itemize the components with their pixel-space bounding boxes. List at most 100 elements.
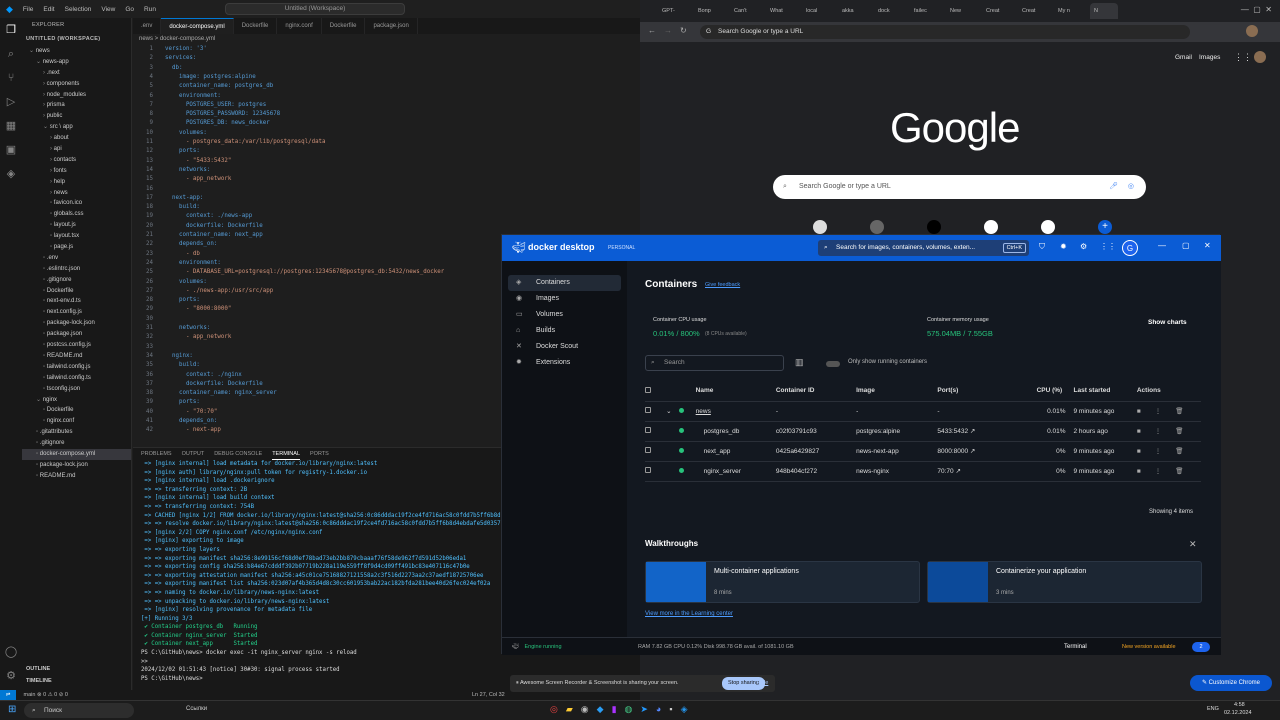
shortcut-icon[interactable]	[927, 220, 941, 234]
file-item[interactable]: ▫ package.json	[22, 329, 131, 340]
cell-ports[interactable]: 5433:5432 ↗	[937, 421, 1037, 442]
stop-icon[interactable]: ■	[1137, 468, 1141, 475]
editor-tab[interactable]: Dockerfile	[322, 18, 366, 34]
google-search-box[interactable]: ⌕ Search Google or type a URL 🎤︎ ◎	[773, 175, 1146, 199]
remote-icon[interactable]: ⇌	[0, 690, 16, 700]
folder-item[interactable]: › news	[22, 188, 131, 199]
cell-name[interactable]: postgres_db	[695, 421, 776, 442]
columns-icon[interactable]: ▥	[795, 357, 804, 368]
window-controls[interactable]: — ▢ ✕	[1241, 5, 1272, 14]
remote-explorer-icon[interactable]: ▣	[0, 138, 22, 162]
cursor-position[interactable]: Ln 27, Col 32	[472, 690, 505, 700]
stop-icon[interactable]: ■	[1137, 408, 1141, 415]
checkbox[interactable]	[645, 427, 651, 433]
file-item[interactable]: ▫ tailwind.config.ts	[22, 373, 131, 384]
reload-icon[interactable]: ↻	[680, 26, 687, 35]
menu-item[interactable]: File	[23, 6, 33, 13]
browser-tab[interactable]: akka	[838, 3, 872, 19]
file-explorer-icon[interactable]: ▰	[566, 704, 573, 715]
account-icon[interactable]: ◯	[0, 640, 22, 664]
learning-center-link[interactable]: View more in the Learning center	[645, 611, 733, 617]
clock-time[interactable]: 4:58	[1234, 702, 1245, 708]
file-item[interactable]: ▫ favicon.ico	[22, 198, 131, 209]
nav-containers[interactable]: ◈ Containers	[508, 275, 621, 291]
status-left[interactable]: main ⊗ 0 ⚠ 0 ⊘ 0	[24, 692, 68, 698]
folder-item[interactable]: › help	[22, 177, 131, 188]
file-item[interactable]: ▫ .gitattributes	[22, 427, 131, 438]
row-checkbox[interactable]	[645, 461, 667, 482]
file-item[interactable]: ▫ page.js	[22, 242, 131, 253]
menu-item[interactable]: Go	[125, 6, 134, 13]
add-shortcut-icon[interactable]: +	[1098, 220, 1112, 234]
file-item[interactable]: ▫ .env	[22, 253, 131, 264]
app-icon[interactable]: ▮	[612, 704, 617, 715]
browser-tab[interactable]: local	[802, 3, 836, 19]
windows-start-icon[interactable]: ⊞	[8, 704, 16, 715]
delete-icon[interactable]: 🗑︎	[1175, 448, 1183, 455]
panel-tab[interactable]: TERMINAL	[272, 448, 300, 460]
browser-tab[interactable]: dock	[874, 3, 908, 19]
column-header[interactable]: CPU (%)	[1036, 381, 1074, 402]
breadcrumb[interactable]: news > docker-compose.yml	[133, 34, 640, 45]
run-debug-icon[interactable]: ▷	[0, 90, 22, 114]
folder-item[interactable]: › contacts	[22, 155, 131, 166]
table-row[interactable]: ⌄ news - - - 0.01% 9 minutes ago ■ ⋮ 🗑︎	[645, 401, 1201, 422]
browser-tab[interactable]: My n	[1054, 3, 1088, 19]
terminal-button[interactable]: Terminal	[1064, 638, 1087, 656]
cell-name[interactable]: nginx_server	[695, 461, 776, 482]
file-item[interactable]: ▫ package-lock.json	[22, 318, 131, 329]
table-row[interactable]: postgres_db c02f03791c93 postgres:alpine 54…	[645, 421, 1201, 442]
opera-icon[interactable]: ◎	[550, 704, 558, 715]
shortcut-icon[interactable]	[870, 220, 884, 234]
menu-item[interactable]: Selection	[65, 6, 92, 13]
column-header[interactable]: Port(s)	[937, 381, 1037, 402]
shortcut-icon[interactable]	[1041, 220, 1055, 234]
apps-grid-icon[interactable]: ⋮⋮	[1100, 242, 1116, 251]
cell-name[interactable]: next_app	[695, 441, 776, 462]
widgets-label[interactable]: Ссылки	[186, 706, 207, 712]
walkthrough-card-multicontainer[interactable]: Multi-container applications 8 mins	[645, 561, 920, 603]
browser-tab[interactable]: Can't	[730, 3, 764, 19]
file-item[interactable]: ▫ tsconfig.json	[22, 384, 131, 395]
browser-tab[interactable]: What	[766, 3, 800, 19]
column-header[interactable]: Last started	[1073, 381, 1137, 402]
file-item[interactable]: ▫ globals.css	[22, 209, 131, 220]
apps-grid-icon[interactable]: ⋮⋮	[1234, 52, 1252, 63]
file-item[interactable]: ▫ nginx.conf	[22, 416, 131, 427]
folder-item[interactable]: ⌄ src \ app	[22, 122, 131, 133]
nav-docker-scout[interactable]: ✕ Docker Scout	[502, 339, 627, 355]
file-item[interactable]: ▫ next-env.d.ts	[22, 296, 131, 307]
browser-tab[interactable]: Вопр	[694, 3, 728, 19]
address-bar[interactable]: G Search Google or type a URL	[700, 25, 1190, 39]
file-item[interactable]: ▫ .eslintrc.json	[22, 264, 131, 275]
steam-icon[interactable]: ◉	[581, 704, 589, 715]
clock-date[interactable]: 02.12.2024	[1224, 710, 1252, 716]
lens-icon[interactable]: ◎	[1128, 175, 1134, 199]
chrome-icon[interactable]: ◍	[625, 704, 633, 715]
explorer-icon[interactable]: ❐	[0, 18, 22, 42]
more-icon[interactable]: ⋮	[1155, 408, 1162, 415]
folder-item[interactable]: › fonts	[22, 166, 131, 177]
customize-chrome-button[interactable]: ✎ Customize Chrome	[1190, 675, 1272, 691]
column-header[interactable]: Container ID	[775, 381, 857, 402]
more-icon[interactable]: ⋮	[1155, 448, 1162, 455]
delete-icon[interactable]: 🗑︎	[1175, 428, 1183, 435]
close-icon[interactable]: ✕	[1204, 241, 1211, 250]
panel-tab[interactable]: OUTPUT	[182, 448, 205, 460]
extensions-icon[interactable]: ✹	[1060, 242, 1067, 251]
walkthrough-card-containerize[interactable]: Containerize your application 3 mins	[927, 561, 1202, 603]
docker-icon[interactable]: ◈	[681, 704, 688, 715]
column-header[interactable]: Image	[856, 381, 938, 402]
settings-gear-icon[interactable]: ⚙	[0, 664, 22, 688]
checkbox[interactable]	[645, 467, 651, 473]
row-checkbox[interactable]	[645, 441, 667, 462]
file-item[interactable]: ▫ docker-compose.yml	[22, 448, 131, 460]
search-icon[interactable]: ⌕	[0, 42, 22, 66]
back-icon[interactable]: ←	[648, 26, 656, 35]
images-link[interactable]: Images	[1199, 54, 1220, 61]
external-link-icon[interactable]: ↗	[954, 468, 960, 475]
menu-item[interactable]: Run	[144, 6, 156, 13]
outline-section[interactable]: OUTLINE	[26, 666, 50, 672]
browser-tab[interactable]: failec	[910, 3, 944, 19]
vscode-icon[interactable]: ◆	[597, 704, 604, 715]
